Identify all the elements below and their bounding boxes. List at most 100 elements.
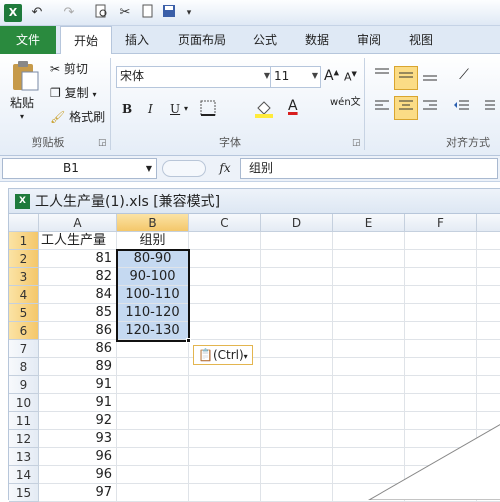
cell[interactable] — [333, 358, 405, 376]
save-icon[interactable] — [160, 4, 178, 22]
column-header-a[interactable]: A — [39, 214, 117, 232]
tab-data[interactable]: 数据 — [298, 26, 336, 54]
cell-a[interactable]: 86 — [39, 322, 117, 340]
paste-icon[interactable] — [10, 60, 40, 91]
cell-a[interactable]: 93 — [39, 430, 117, 448]
column-header-g[interactable] — [477, 214, 500, 232]
cell-b[interactable]: 100-110 — [117, 286, 189, 304]
cell[interactable] — [333, 376, 405, 394]
cell[interactable] — [477, 268, 500, 286]
workbook-icon[interactable]: X — [15, 194, 30, 209]
cell[interactable] — [261, 484, 333, 502]
tab-file[interactable]: 文件 — [0, 26, 56, 54]
cell[interactable] — [261, 286, 333, 304]
cell-a[interactable]: 86 — [39, 340, 117, 358]
cell[interactable] — [189, 466, 261, 484]
cell[interactable] — [333, 232, 405, 250]
cell[interactable] — [189, 232, 261, 250]
cell-a[interactable]: 91 — [39, 376, 117, 394]
cell[interactable] — [261, 430, 333, 448]
cell-a[interactable]: 97 — [39, 484, 117, 502]
cell[interactable] — [405, 268, 477, 286]
cell[interactable] — [333, 304, 405, 322]
cell[interactable] — [405, 376, 477, 394]
row-header[interactable]: 7 — [9, 340, 39, 358]
cell[interactable] — [405, 322, 477, 340]
cell-b[interactable]: 110-120 — [117, 304, 189, 322]
cell[interactable] — [405, 250, 477, 268]
tab-home[interactable]: 开始 — [60, 26, 112, 56]
cell[interactable] — [333, 250, 405, 268]
align-bottom-icon[interactable] — [420, 66, 440, 86]
decrease-indent-icon[interactable] — [452, 98, 472, 118]
cell-b[interactable] — [117, 412, 189, 430]
row-header[interactable]: 5 — [9, 304, 39, 322]
column-header-c[interactable]: C — [189, 214, 261, 232]
cell[interactable] — [189, 412, 261, 430]
font-name-dropdown[interactable]: 宋体 ▼ — [116, 66, 273, 88]
cell-a[interactable]: 92 — [39, 412, 117, 430]
column-header-f[interactable]: F — [405, 214, 477, 232]
cell[interactable] — [189, 322, 261, 340]
cut-button[interactable]: ✂ 剪切 — [50, 60, 88, 77]
clipboard-launcher-icon[interactable]: ◲ — [98, 138, 107, 148]
align-right-icon[interactable] — [420, 98, 440, 118]
align-left-icon[interactable] — [372, 98, 392, 118]
column-header-b[interactable]: B — [117, 214, 189, 232]
cell[interactable] — [189, 430, 261, 448]
row-header[interactable]: 2 — [9, 250, 39, 268]
paste-options-button[interactable]: 📋(Ctrl)▾ — [193, 345, 253, 365]
insert-function-button[interactable]: fx — [210, 158, 240, 179]
underline-dropdown-icon[interactable]: ▾ — [184, 104, 188, 113]
italic-button[interactable]: I — [148, 102, 153, 116]
formula-bar-expander[interactable] — [162, 160, 206, 177]
tab-view[interactable]: 视图 — [402, 26, 440, 54]
cell-b[interactable] — [117, 358, 189, 376]
spreadsheet-grid[interactable]: A B C D E F 1 工人生产量 组别 2 81 80-90 3 82 90-100 4 84… — [8, 214, 500, 502]
column-header-d[interactable]: D — [261, 214, 333, 232]
column-header-e[interactable]: E — [333, 214, 405, 232]
font-color-button[interactable]: A — [288, 98, 298, 114]
fill-color-icon[interactable] — [254, 100, 274, 121]
cell-b[interactable]: 90-100 — [117, 268, 189, 286]
cell[interactable] — [189, 448, 261, 466]
cell-b[interactable] — [117, 376, 189, 394]
cell[interactable] — [477, 376, 500, 394]
cell[interactable] — [405, 286, 477, 304]
cell-a[interactable]: 96 — [39, 448, 117, 466]
cell[interactable] — [405, 340, 477, 358]
phonetic-button[interactable]: wén文 — [330, 98, 361, 108]
cell[interactable] — [189, 376, 261, 394]
customize-toolbar-icon[interactable]: ▾ — [180, 4, 198, 22]
fill-handle[interactable] — [186, 338, 191, 343]
grow-font-button[interactable]: A▲ — [324, 68, 339, 84]
paste-dropdown-icon[interactable]: ▾ — [20, 112, 24, 121]
underline-button[interactable]: U — [170, 102, 180, 116]
cell[interactable] — [189, 250, 261, 268]
cell[interactable] — [333, 322, 405, 340]
redo-icon[interactable]: ↷ — [60, 4, 78, 22]
row-header[interactable]: 8 — [9, 358, 39, 376]
excel-icon[interactable]: X — [4, 4, 22, 22]
cell-b[interactable]: 组别 — [117, 232, 189, 250]
cell-b[interactable] — [117, 466, 189, 484]
cell[interactable] — [261, 322, 333, 340]
copy-button[interactable]: ❐ 复制 ▾ — [50, 84, 96, 101]
cell[interactable] — [189, 286, 261, 304]
cell-a[interactable]: 82 — [39, 268, 117, 286]
cell[interactable] — [261, 466, 333, 484]
bold-button[interactable]: B — [122, 102, 132, 116]
orientation-icon[interactable]: ⟋ — [452, 66, 476, 86]
cell-a[interactable]: 84 — [39, 286, 117, 304]
cell-a[interactable]: 89 — [39, 358, 117, 376]
cell[interactable] — [405, 358, 477, 376]
shrink-font-button[interactable]: A▼ — [344, 70, 357, 84]
cell[interactable] — [333, 340, 405, 358]
undo-icon[interactable]: ↶ — [28, 4, 46, 22]
cell[interactable] — [405, 232, 477, 250]
tab-formulas[interactable]: 公式 — [246, 26, 284, 54]
formula-input[interactable]: 组别 — [240, 158, 498, 179]
row-header[interactable]: 13 — [9, 448, 39, 466]
align-center-icon[interactable] — [394, 96, 418, 120]
cell[interactable] — [261, 448, 333, 466]
